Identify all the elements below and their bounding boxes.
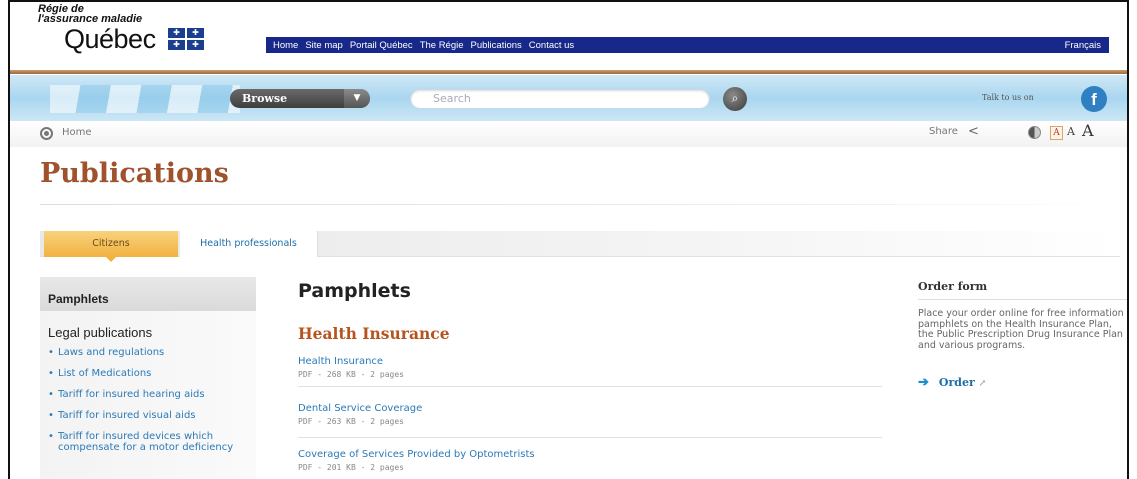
chevron-down-icon: ▼ (344, 89, 370, 108)
publication-meta: PDF - 268 KB - 2 pages (298, 370, 404, 379)
sidebar-item-pamphlets[interactable]: Pamphlets (40, 277, 256, 311)
tab-citizens[interactable]: Citizens (44, 231, 178, 262)
publication-link[interactable]: Dental Service Coverage (298, 403, 882, 414)
external-link-icon: ↗ (978, 379, 987, 389)
logo-agency-name[interactable]: Régie de l'assurance maladie (38, 4, 143, 25)
contrast-icon[interactable] (1028, 126, 1041, 139)
search-icon[interactable]: ⌕ (723, 87, 747, 111)
list-item: Dental Service Coverage PDF - 263 KB - 2… (298, 403, 882, 438)
share-label[interactable]: Share (929, 126, 958, 137)
audience-tabs: Citizens Health professionals (40, 231, 1120, 262)
site-header: Régie de l'assurance maladie Québec ✚ ✚ ✚… (10, 2, 1127, 74)
list-item: Coverage of Services Provided by Optomet… (298, 449, 882, 479)
tab-health-professionals[interactable]: Health professionals (180, 231, 318, 257)
share-icon[interactable]: < (968, 124, 979, 139)
order-description: Place your order online for free informa… (918, 308, 1124, 351)
order-link[interactable]: ➔ Order ↗ (918, 375, 986, 390)
quebec-flag-icon: ✚ ✚ ✚ ✚ (168, 28, 204, 50)
publication-link[interactable]: Health Insurance (298, 356, 882, 367)
browser-page: Régie de l'assurance maladie Québec ✚ ✚ ✚… (8, 0, 1129, 479)
nav-home[interactable]: Home (273, 40, 298, 51)
font-size-large-button[interactable]: A (1082, 121, 1094, 140)
order-divider (918, 299, 1127, 300)
header-divider (10, 70, 1127, 74)
search-input[interactable]: Search (410, 89, 710, 109)
sidebar-item-medications[interactable]: List of Medications (48, 368, 248, 379)
font-size-medium-button[interactable]: A (1067, 125, 1075, 138)
facebook-icon[interactable]: f (1081, 86, 1107, 112)
nav-the-regie[interactable]: The Régie (420, 40, 464, 51)
sidebar-list: Laws and regulations List of Medications… (48, 347, 248, 463)
logo-quebec[interactable]: Québec (64, 24, 156, 55)
title-divider (40, 204, 1120, 205)
talk-to-us-label: Talk to us on (982, 93, 1034, 102)
nav-site-map[interactable]: Site map (305, 40, 343, 51)
order-link-label: Order (938, 376, 975, 389)
breadcrumb: Home Share < A A A (10, 121, 1127, 147)
sidebar: Pamphlets Legal publications Laws and re… (40, 277, 256, 479)
sidebar-item-legal-publications[interactable]: Legal publications (48, 325, 152, 340)
language-switch[interactable]: Français (1065, 40, 1101, 51)
top-navigation: Home Site map Portail Québec The Régie P… (266, 37, 1109, 53)
page-title: Publications (40, 158, 229, 189)
breadcrumb-home[interactable]: Home (62, 127, 92, 138)
sidebar-item-visual-aids[interactable]: Tariff for insured visual aids (48, 410, 248, 421)
main-heading: Pamphlets (298, 280, 411, 302)
nav-publications[interactable]: Publications (471, 40, 522, 51)
nav-portail-quebec[interactable]: Portail Québec (350, 40, 413, 51)
decorative-stripes (50, 85, 240, 113)
arrow-right-icon: ➔ (918, 375, 929, 390)
publication-link[interactable]: Coverage of Services Provided by Optomet… (298, 449, 882, 460)
browse-dropdown[interactable]: Browse ▼ (230, 89, 370, 108)
browse-bar: Browse ▼ Search ⌕ Talk to us on f (10, 75, 1127, 121)
sidebar-item-hearing-aids[interactable]: Tariff for insured hearing aids (48, 389, 248, 400)
nav-contact-us[interactable]: Contact us (529, 40, 574, 51)
order-form-heading: Order form (918, 280, 988, 293)
logo-line-2: l'assurance maladie (38, 13, 143, 25)
font-size-small-button[interactable]: A (1050, 126, 1063, 140)
sidebar-item-laws[interactable]: Laws and regulations (48, 347, 248, 358)
list-item: Health Insurance PDF - 268 KB - 2 pages (298, 356, 882, 387)
section-heading: Health Insurance (298, 324, 450, 343)
sidebar-item-motor-devices[interactable]: Tariff for insured devices which compens… (48, 431, 248, 453)
home-icon (40, 127, 53, 140)
publication-meta: PDF - 201 KB - 2 pages (298, 463, 404, 472)
browse-label: Browse (242, 92, 288, 105)
publication-meta: PDF - 263 KB - 2 pages (298, 417, 404, 426)
